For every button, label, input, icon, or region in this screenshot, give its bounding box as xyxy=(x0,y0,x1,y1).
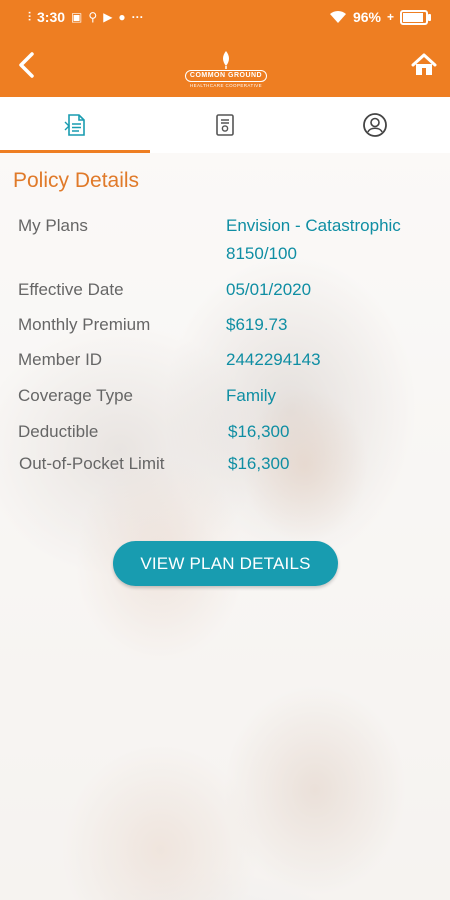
id-card-icon xyxy=(216,114,234,136)
logo-leaf-icon xyxy=(223,51,229,69)
coverage-type-label: Coverage Type xyxy=(18,386,133,405)
usb-icon: ⚲ xyxy=(88,10,98,24)
document-icon xyxy=(64,114,85,136)
tab-id-card[interactable] xyxy=(150,97,300,153)
youtube-icon: ▶ xyxy=(103,10,113,24)
logo: COMMON GROUND HEALTHCARE COOPERATIVE xyxy=(180,42,272,88)
app-bar: COMMON GROUND HEALTHCARE COOPERATIVE xyxy=(0,34,450,97)
status-bar: ⫶ 3:30 ▣ ⚲ ▶ ● ··· 96% + xyxy=(0,0,450,34)
tab-profile[interactable] xyxy=(300,97,450,153)
tab-policy[interactable] xyxy=(0,97,150,153)
status-time: 3:30 xyxy=(37,9,66,25)
member-id-label: Member ID xyxy=(18,350,103,369)
deductible-label: Deductible xyxy=(18,422,99,441)
plans-value: Envision - Catastrophic 8150/100 xyxy=(226,216,401,263)
effective-date-value: 05/01/2020 xyxy=(226,280,312,299)
more-icon: ··· xyxy=(131,10,144,24)
view-plan-details-button[interactable]: VIEW PLAN DETAILS xyxy=(113,541,338,586)
plans-label: My Plans xyxy=(18,216,88,235)
battery-percent: 96% xyxy=(352,9,381,25)
tab-bar xyxy=(0,97,450,153)
logo-subtitle: HEALTHCARE COOPERATIVE xyxy=(189,83,263,88)
logo-title: COMMON GROUND xyxy=(184,70,268,82)
home-button[interactable] xyxy=(406,47,442,83)
notification-icon: ▣ xyxy=(71,10,83,24)
monthly-premium-value: $619.73 xyxy=(226,315,288,334)
policy-details-title: Policy Details xyxy=(13,169,140,192)
out-of-pocket-limit-value: $16,300 xyxy=(228,454,290,473)
coverage-type-value: Family xyxy=(226,386,277,405)
profile-icon xyxy=(363,113,387,137)
back-icon xyxy=(19,52,34,78)
member-id-value: 2442294143 xyxy=(226,350,321,369)
charging-icon: + xyxy=(386,10,394,24)
monthly-premium-label: Monthly Premium xyxy=(18,315,151,334)
effective-date-label: Effective Date xyxy=(18,280,124,299)
signal-alt-icon: ⫶ xyxy=(28,10,32,24)
deductible-value: $16,300 xyxy=(228,422,290,441)
out-of-pocket-limit-label: Out-of-Pocket Limit xyxy=(19,454,165,473)
back-button[interactable] xyxy=(8,47,44,83)
wifi-icon xyxy=(329,10,346,23)
home-icon xyxy=(411,53,437,75)
battery-icon xyxy=(400,9,431,25)
chat-icon: ● xyxy=(118,10,126,24)
